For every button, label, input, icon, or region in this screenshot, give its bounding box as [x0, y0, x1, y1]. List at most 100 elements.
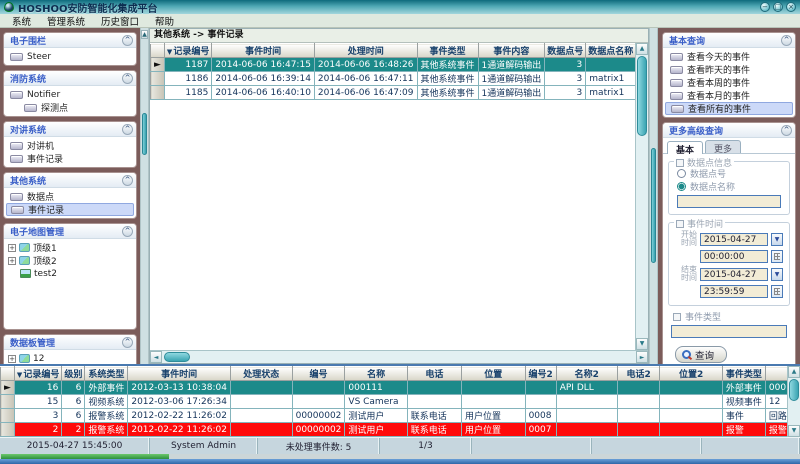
table-row[interactable]: ► 16 6 外部事件 2012-03-13 10:38:04 000111 A… [1, 381, 800, 395]
col-handle-time[interactable]: 处理时间 [314, 44, 417, 58]
menu-manage-system[interactable]: 管理系统 [39, 14, 93, 28]
collapse-icon[interactable]: ^ [122, 337, 133, 348]
splitter-arrow-icon[interactable]: ▲ [141, 30, 148, 39]
sidebar-item-steer[interactable]: Steer [4, 50, 136, 63]
calendar-icon[interactable] [771, 250, 783, 263]
scroll-down-icon[interactable]: ▼ [788, 425, 800, 437]
panel-header[interactable]: 更多高级查询 ^ [663, 123, 795, 138]
dropdown-icon[interactable]: ▼ [771, 233, 783, 246]
table-row[interactable]: 1185 2014-06-06 16:40:10 2014-06-06 16:4… [151, 86, 649, 100]
query-yesterday[interactable]: 查看昨天的事件 [665, 63, 793, 76]
scroll-left-icon[interactable]: ◄ [150, 351, 162, 363]
alarm-row[interactable]: 2 2 报警系统 2012-02-22 11:26:02 00000002 测试… [1, 423, 800, 437]
col-location2[interactable]: 位置2 [660, 367, 722, 381]
tab-more[interactable]: 更多 [705, 140, 741, 153]
calendar-icon[interactable] [771, 285, 783, 298]
start-time-field[interactable]: 00:00:00 [700, 250, 768, 263]
sidebar-item-event-records[interactable]: 事件记录 [6, 203, 134, 216]
col-phone[interactable]: 电话 [407, 367, 461, 381]
scrollbar-thumb[interactable] [164, 352, 190, 362]
col-system-type[interactable]: 系统类型 [85, 367, 128, 381]
scrollbar-thumb[interactable] [789, 379, 799, 401]
maximize-icon[interactable]: □ [773, 2, 783, 12]
panel-header[interactable]: 对讲系统 ^ [4, 122, 136, 137]
collapse-icon[interactable]: ^ [781, 35, 792, 46]
radio-selected-icon[interactable] [677, 182, 686, 191]
expand-icon[interactable]: + [8, 355, 16, 363]
vertical-scrollbar[interactable]: ▲ ▼ [635, 43, 648, 350]
start-date-field[interactable]: 2015-04-27 [700, 233, 768, 246]
collapse-icon[interactable]: ^ [122, 35, 133, 46]
table-row[interactable]: 1186 2014-06-06 16:39:14 2014-06-06 16:4… [151, 72, 649, 86]
datapoint-checkbox[interactable] [676, 159, 684, 167]
col-datapoint-name[interactable]: 数据点名称 [586, 44, 636, 58]
panel-header[interactable]: 基本查询 ^ [663, 33, 795, 48]
scroll-right-icon[interactable]: ► [636, 351, 648, 363]
horizontal-scrollbar[interactable]: ◄ ► [150, 350, 648, 363]
collapse-icon[interactable]: ^ [122, 226, 133, 237]
col-number2[interactable]: 编号2 [525, 367, 556, 381]
collapse-icon[interactable]: ^ [122, 175, 133, 186]
col-event-content[interactable]: 事件内容 [478, 44, 545, 58]
col-level[interactable]: 级别 [62, 367, 85, 381]
panel-header[interactable]: 消防系统 ^ [4, 71, 136, 86]
panel-header[interactable]: 其他系统 ^ [4, 173, 136, 188]
minimize-icon[interactable]: − [760, 2, 770, 12]
collapse-icon[interactable]: ^ [122, 73, 133, 84]
menu-history-window[interactable]: 历史窗口 [93, 14, 147, 28]
col-event-type[interactable]: 事件类型 [722, 367, 765, 381]
event-type-input[interactable] [671, 325, 787, 338]
col-number[interactable]: 编号 [292, 367, 345, 381]
col-event-type[interactable]: 事件类型 [417, 44, 478, 58]
sidebar-item-intercom[interactable]: 对讲机 [4, 139, 136, 152]
col-record-id[interactable]: ▼记录编号 [14, 367, 61, 381]
collapse-icon[interactable]: ^ [781, 125, 792, 136]
sidebar-item-detector[interactable]: 探测点 [4, 101, 136, 114]
query-button[interactable]: 查询 [675, 346, 727, 363]
col-handle-status[interactable]: 处理状态 [230, 367, 292, 381]
event-type-checkbox[interactable] [673, 313, 681, 321]
radio-datapoint-name[interactable]: 数据点名称 [673, 180, 785, 193]
query-today[interactable]: 查看今天的事件 [665, 50, 793, 63]
col-record-id[interactable]: ▼记录编号 [164, 44, 211, 58]
tree-item-12[interactable]: + 12 [4, 352, 136, 364]
table-row[interactable]: 15 6 视频系统 2012-03-06 17:26:34 VS Camera … [1, 395, 800, 409]
col-phone2[interactable]: 电话2 [617, 367, 660, 381]
dropdown-icon[interactable]: ▼ [771, 268, 783, 281]
query-this-week[interactable]: 查看本周的事件 [665, 76, 793, 89]
scroll-up-icon[interactable]: ▲ [788, 366, 800, 378]
query-this-month[interactable]: 查看本月的事件 [665, 89, 793, 102]
tree-item-top2[interactable]: + 顶级2 [4, 254, 136, 267]
collapse-icon[interactable]: ^ [122, 124, 133, 135]
close-icon[interactable]: × [786, 2, 796, 12]
panel-header[interactable]: 电子地图管理 ^ [4, 224, 136, 239]
end-date-field[interactable]: 2015-04-27 [700, 268, 768, 281]
table-row[interactable]: 3 6 报警系统 2012-02-22 11:26:02 00000002 测试… [1, 409, 800, 423]
left-splitter[interactable]: ▲ [140, 28, 149, 364]
splitter-thumb[interactable] [142, 113, 147, 155]
tree-item-test2[interactable]: test2 [4, 267, 136, 280]
col-datapoint-no[interactable]: 数据点号 [545, 44, 586, 58]
panel-header[interactable]: 电子围栏 ^ [4, 33, 136, 48]
col-event-time[interactable]: 事件时间 [212, 44, 315, 58]
end-time-field[interactable]: 23:59:59 [700, 285, 768, 298]
alarm-row[interactable]: 1 2 报警系统 2011-11-22 18:00:27 00000003 测试… [1, 437, 800, 438]
datapoint-name-input[interactable] [677, 195, 781, 208]
tab-basic[interactable]: 基本 [667, 141, 703, 154]
right-splitter[interactable] [649, 28, 658, 364]
scroll-down-icon[interactable]: ▼ [636, 338, 648, 350]
scroll-up-icon[interactable]: ▲ [636, 43, 648, 55]
col-event-time[interactable]: 事件时间 [128, 367, 231, 381]
col-name2[interactable]: 名称2 [556, 367, 617, 381]
menu-system[interactable]: 系统 [4, 14, 39, 28]
radio-icon[interactable] [677, 169, 686, 178]
col-name[interactable]: 名称 [345, 367, 407, 381]
expand-icon[interactable]: + [8, 257, 16, 265]
sidebar-item-intercom-events[interactable]: 事件记录 [4, 152, 136, 165]
tree-item-top1[interactable]: + 顶级1 [4, 241, 136, 254]
expand-icon[interactable]: + [8, 244, 16, 252]
panel-header[interactable]: 数据板管理 ^ [4, 335, 136, 350]
sidebar-item-datapoints[interactable]: 数据点 [4, 190, 136, 203]
table-row[interactable]: ► 1187 2014-06-06 16:47:15 2014-06-06 16… [151, 58, 649, 72]
col-location[interactable]: 位置 [461, 367, 525, 381]
